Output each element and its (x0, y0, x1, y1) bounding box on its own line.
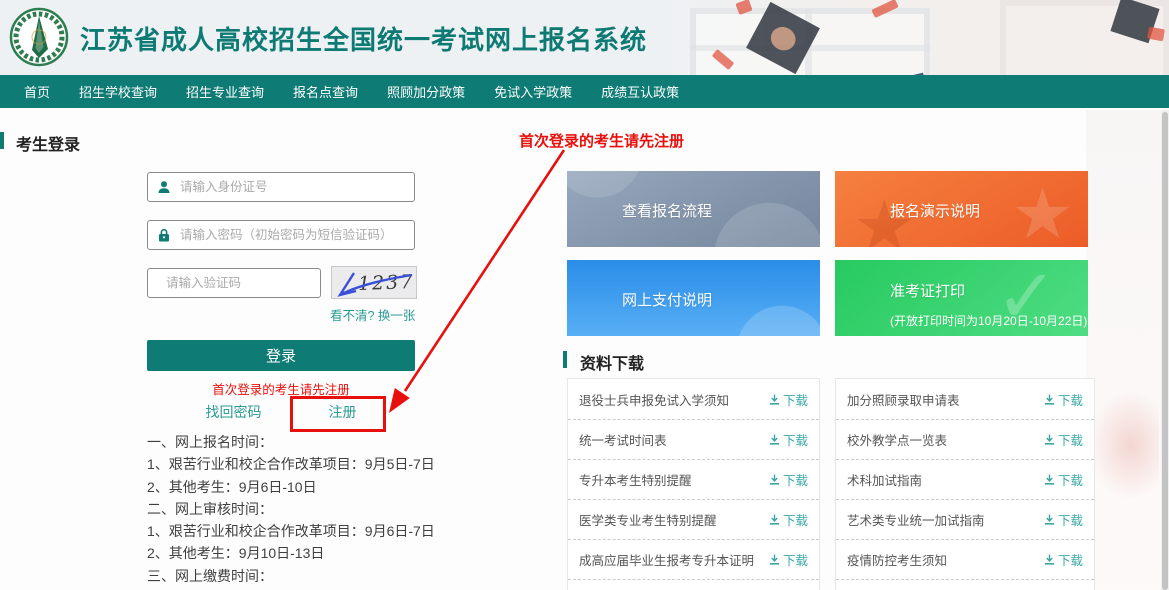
panel-print-admission-ticket[interactable]: 准考证打印 (开放打印时间为10月20日-10月22日) (835, 260, 1088, 336)
download-icon (1044, 474, 1055, 485)
download-link[interactable]: 下载 (769, 430, 808, 449)
login-section-bar (0, 132, 4, 149)
download-link[interactable]: 下载 (1044, 510, 1083, 529)
register-first-note: 首次登录的考生请先注册 (147, 379, 415, 398)
download-link[interactable]: 下载 (1044, 430, 1083, 449)
panel-view-registration-process[interactable]: 查看报名流程 (567, 171, 820, 247)
schedule-line: 2、其他考生：9月10日-13日 (147, 542, 435, 564)
captcha-scribble (332, 267, 417, 299)
login-links-row: 找回密码 注册 (147, 402, 415, 422)
schedule-line: 1、艰苦行业和校企合作改革项目：9月5日-7日 (147, 453, 435, 475)
download-link[interactable]: 下载 (769, 550, 808, 569)
captcha-input[interactable] (166, 276, 327, 290)
download-item: 考生健康状况申报及承诺书 下载 (836, 579, 1094, 590)
register-link[interactable]: 注册 (329, 402, 357, 422)
download-item: 高考照顾录取政策的办理指南 下载 (568, 579, 819, 590)
download-item: 疫情防控考生须知 下载 (836, 539, 1094, 579)
download-item: 艺术类专业统一加试指南 下载 (836, 499, 1094, 539)
captcha-refresh-link[interactable]: 看不清? 换一张 (330, 305, 420, 324)
header: 江苏省成人高校招生全国统一考试网上报名系统 (0, 0, 1169, 75)
site-title: 江苏省成人高校招生全国统一考试网上报名系统 (80, 20, 647, 57)
download-link[interactable]: 下载 (769, 510, 808, 529)
annotation-register-text: 首次登录的考生请先注册 (519, 130, 684, 151)
download-icon (769, 394, 780, 405)
user-icon (157, 180, 171, 194)
panel-label: 报名演示说明 (890, 200, 980, 221)
mortarboard-icon (746, 2, 820, 74)
download-icon (1044, 394, 1055, 405)
background-photo (1086, 110, 1161, 590)
lock-icon (157, 228, 171, 242)
schedule-line: 1、艰苦行业和校企合作改革项目：9月6日-7日 (147, 520, 435, 542)
download-link[interactable]: 下载 (769, 470, 808, 489)
forgot-password-link[interactable]: 找回密码 (206, 402, 262, 422)
download-item: 医学类专业考生特别提醒 下载 (568, 499, 819, 539)
panel-label: 网上支付说明 (622, 289, 712, 310)
main-nav: 首页 招生学校查询 招生专业查询 报名点查询 照顾加分政策 免试入学政策 成绩互… (0, 75, 1169, 108)
download-item: 术科加试指南 下载 (836, 459, 1094, 499)
download-item: 校外教学点一览表 下载 (836, 419, 1094, 459)
id-number-input[interactable] (180, 180, 414, 194)
downloads-section-bar (563, 351, 567, 368)
background-photo-blob (1089, 390, 1159, 500)
nav-exemption-policy[interactable]: 免试入学政策 (494, 82, 572, 101)
download-link[interactable]: 下载 (769, 390, 808, 409)
scrollbar-thumb[interactable] (1162, 112, 1168, 590)
download-icon (769, 434, 780, 445)
downloads-column-right: 加分照顾录取申请表 下载 校外教学点一览表 下载 术科加试指南 下载 艺术类专业… (835, 378, 1095, 590)
download-item: 统一考试时间表 下载 (568, 419, 819, 459)
schedule-line: 二、网上审核时间： (147, 498, 435, 520)
login-button[interactable]: 登录 (147, 340, 415, 371)
panel-subtitle: (开放打印时间为10月20日-10月22日) (890, 312, 1087, 329)
download-icon (769, 514, 780, 525)
id-number-field[interactable] (147, 172, 415, 202)
download-link[interactable]: 下载 (1044, 470, 1083, 489)
download-icon (769, 474, 780, 485)
captcha-image[interactable]: 1237 (331, 266, 417, 299)
nav-school-query[interactable]: 招生学校查询 (79, 82, 157, 101)
corner-mortarboard-icon (1110, 0, 1159, 43)
nav-score-recognition-policy[interactable]: 成绩互认政策 (601, 82, 679, 101)
password-input[interactable] (180, 228, 414, 242)
captcha-field[interactable] (147, 268, 321, 298)
download-icon (769, 554, 780, 565)
download-icon (1044, 554, 1055, 565)
schedule-info: 一、网上报名时间： 1、艰苦行业和校企合作改革项目：9月5日-7日 2、其他考生… (147, 431, 435, 590)
login-section-title: 考生登录 (16, 131, 80, 155)
schedule-line: 三、网上缴费时间： (147, 565, 435, 587)
downloads-section-title: 资料下载 (580, 350, 644, 374)
download-item: 专升本考生特别提醒 下载 (568, 459, 819, 499)
password-field[interactable] (147, 220, 415, 250)
schedule-line: 一、网上报名时间： (147, 431, 435, 453)
panel-online-payment-info[interactable]: 网上支付说明 (567, 260, 820, 336)
page: 江苏省成人高校招生全国统一考试网上报名系统 首页 招生学校查询 招生专业查询 报… (0, 0, 1169, 590)
schedule-line: 2、其他考生：9月6日-10日 (147, 476, 435, 498)
download-link[interactable]: 下载 (1044, 390, 1083, 409)
download-item: 加分照顾录取申请表 下载 (836, 379, 1094, 419)
nav-major-query[interactable]: 招生专业查询 (186, 82, 264, 101)
nav-home[interactable]: 首页 (24, 82, 50, 101)
download-icon (1044, 514, 1055, 525)
nav-bonus-policy[interactable]: 照顾加分政策 (387, 82, 465, 101)
panel-registration-demo[interactable]: 报名演示说明 (835, 171, 1088, 247)
download-item: 退役士兵申报免试入学须知 下载 (568, 379, 819, 419)
panel-label: 查看报名流程 (622, 200, 712, 221)
download-icon (1044, 434, 1055, 445)
downloads-column-left: 退役士兵申报免试入学须知 下载 统一考试时间表 下载 专升本考生特别提醒 下载 … (567, 378, 820, 590)
download-link[interactable]: 下载 (1044, 550, 1083, 569)
nav-registration-point-query[interactable]: 报名点查询 (293, 82, 358, 101)
panel-label: 准考证打印 (890, 280, 965, 301)
download-item: 成高应届毕业生报考专升本证明 下载 (568, 539, 819, 579)
school-emblem-logo (9, 7, 69, 67)
